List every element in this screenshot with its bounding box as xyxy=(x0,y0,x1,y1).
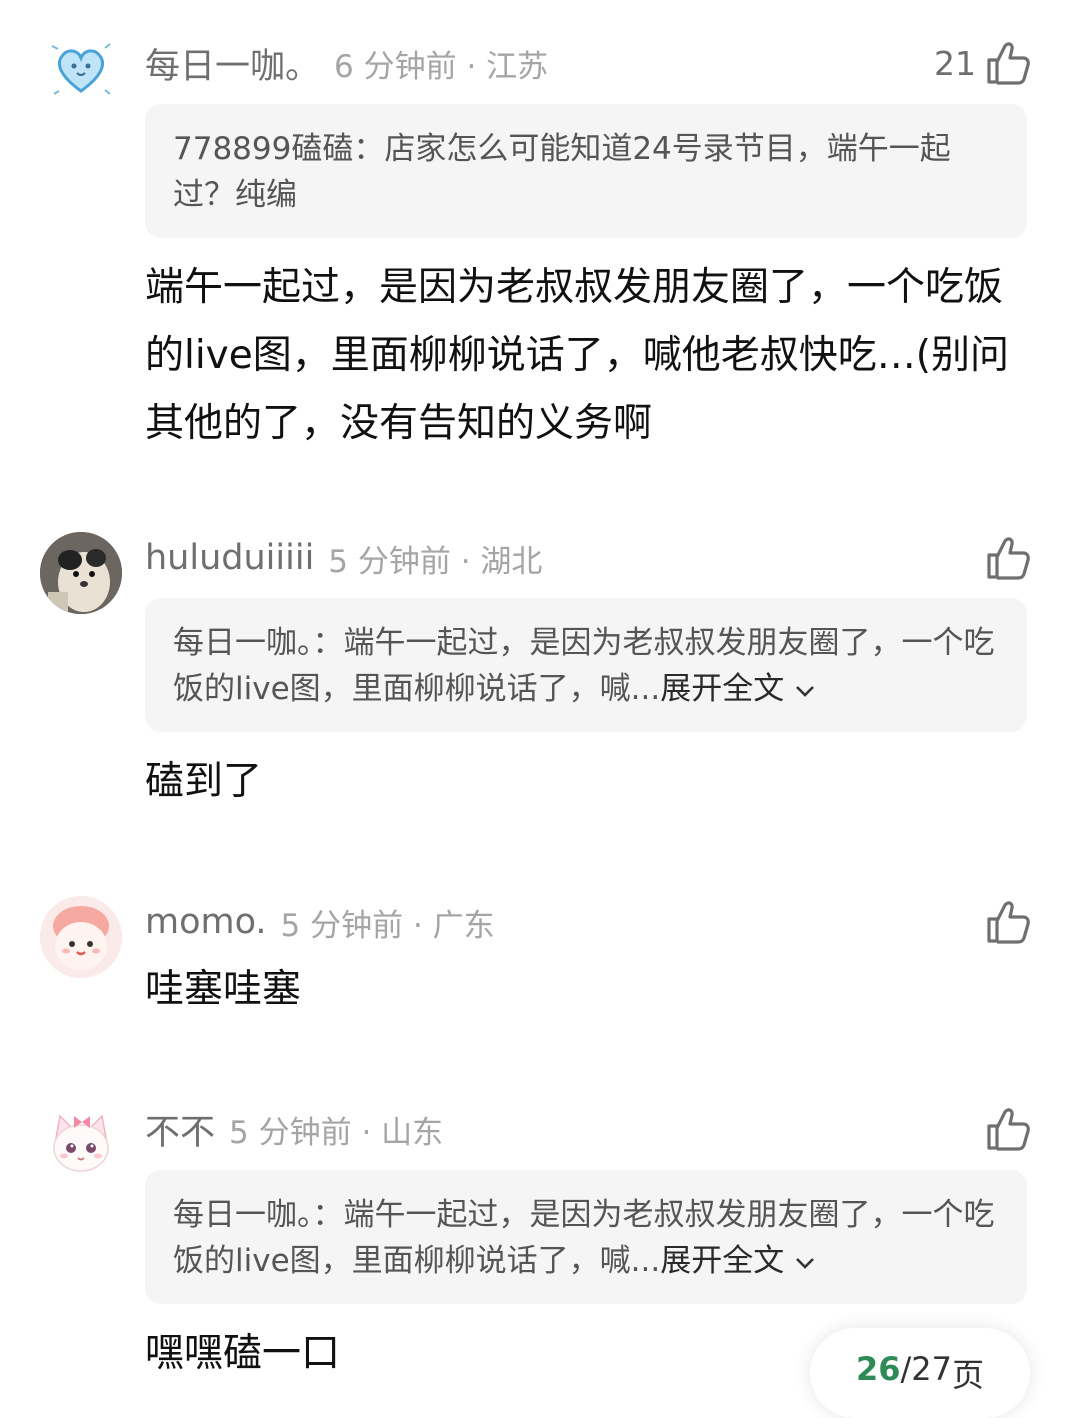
time-location: 5 分钟前 · 山东 xyxy=(229,1114,444,1151)
avatar[interactable] xyxy=(40,532,122,614)
thumbs-up-icon xyxy=(987,901,1030,944)
comment-text: 端午一起过，是因为老叔叔发朋友圈了，一个吃饭的live图，里面柳柳说话了，喊他老… xyxy=(145,265,1009,446)
time-location: 6 分钟前 · 江苏 xyxy=(334,48,549,85)
time-location: 5 分钟前 · 广东 xyxy=(280,907,495,944)
comment-meta: 不不 5 分钟前 · 山东 xyxy=(145,1104,443,1154)
like-button[interactable] xyxy=(986,1104,1030,1154)
expand-full-text-link[interactable]: 展开全文 xyxy=(660,671,816,707)
expand-label: 展开全文 xyxy=(660,671,785,707)
current-page: 26 xyxy=(855,1350,901,1388)
puppy-photo-avatar-icon xyxy=(40,532,122,614)
comment-text: 磕到了 xyxy=(145,759,263,804)
username[interactable]: 每日一咖。 xyxy=(145,38,320,89)
time-location: 5 分钟前 · 湖北 xyxy=(328,543,543,580)
quoted-text: 每日一咖。：端午一起过，是因为老叔叔发朋友圈了，一个吃饭的live图，里面柳柳说… xyxy=(173,1197,995,1279)
thumbs-up-icon xyxy=(987,42,1030,85)
kitten-avatar-icon xyxy=(40,1104,122,1186)
username[interactable]: momo. xyxy=(145,902,267,942)
quoted-text: 每日一咖。：端午一起过，是因为老叔叔发朋友圈了，一个吃饭的live图，里面柳柳说… xyxy=(173,625,995,707)
total-pages: /27 xyxy=(900,1350,953,1388)
like-count: 21 xyxy=(934,43,976,83)
like-button[interactable]: 21 xyxy=(934,38,1030,88)
avatar[interactable] xyxy=(40,896,122,978)
quoted-text: 778899磕磕：店家怎么可能知道24号录节目，端午一起过？纯编 xyxy=(173,131,951,213)
comment-meta: momo. 5 分钟前 · 广东 xyxy=(145,897,495,947)
expand-label: 展开全文 xyxy=(660,1243,785,1279)
thumbs-up-icon xyxy=(987,537,1030,580)
chevron-down-icon xyxy=(796,685,814,697)
comment-text: 哇塞哇塞 xyxy=(145,967,302,1012)
heart-avatar-icon xyxy=(41,29,121,109)
username[interactable]: huluduiiiii xyxy=(145,538,314,578)
chevron-down-icon xyxy=(796,1257,814,1269)
quoted-reply[interactable]: 每日一咖。：端午一起过，是因为老叔叔发朋友圈了，一个吃饭的live图，里面柳柳说… xyxy=(145,598,1027,732)
comment-meta: huluduiiiii 5 分钟前 · 湖北 xyxy=(145,533,542,583)
quoted-reply[interactable]: 每日一咖。：端午一起过，是因为老叔叔发朋友圈了，一个吃饭的live图，里面柳柳说… xyxy=(145,1170,1027,1304)
page-unit: 页 xyxy=(952,1356,985,1394)
avatar[interactable] xyxy=(40,28,122,110)
thumbs-up-icon xyxy=(987,1108,1030,1151)
expand-full-text-link[interactable]: 展开全文 xyxy=(660,1243,816,1279)
comment-meta: 每日一咖。 6 分钟前 · 江苏 xyxy=(145,38,548,88)
page-indicator[interactable]: 26/27 页 xyxy=(810,1328,1030,1418)
like-button[interactable] xyxy=(986,533,1030,583)
avatar[interactable] xyxy=(40,1104,122,1186)
peach-character-avatar-icon xyxy=(40,896,122,978)
username[interactable]: 不不 xyxy=(145,1104,215,1155)
quoted-reply[interactable]: 778899磕磕：店家怎么可能知道24号录节目，端午一起过？纯编 xyxy=(145,104,1027,238)
like-button[interactable] xyxy=(986,897,1030,947)
